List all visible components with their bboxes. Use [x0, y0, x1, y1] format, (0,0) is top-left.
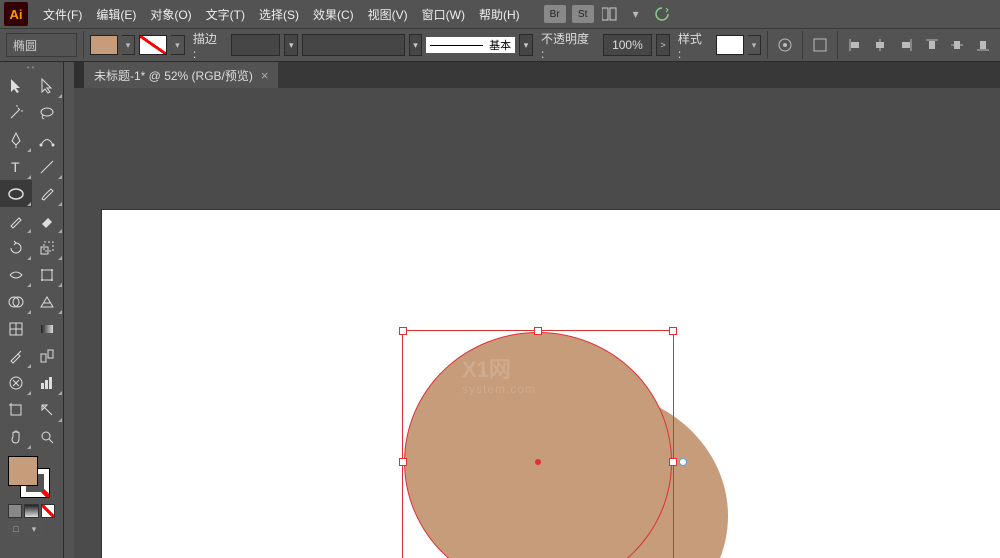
resize-handle-ml[interactable]: [399, 458, 407, 466]
arrange-docs-icon[interactable]: [600, 5, 620, 23]
menu-edit[interactable]: 编辑(E): [89, 6, 143, 23]
scale-tool[interactable]: [32, 234, 64, 261]
fill-big-swatch[interactable]: [8, 456, 38, 486]
perspective-tool[interactable]: [32, 288, 64, 315]
brush-field[interactable]: 基本: [426, 37, 515, 53]
close-icon[interactable]: ×: [261, 68, 269, 83]
symbol-tool[interactable]: [0, 369, 32, 396]
resize-handle-mr[interactable]: [669, 458, 677, 466]
doc-setup-icon[interactable]: [809, 34, 831, 56]
document-tab[interactable]: 未标题-1* @ 52% (RGB/预览) ×: [84, 62, 278, 88]
active-shape-label: 椭圆: [6, 33, 77, 57]
menu-file[interactable]: 文件(F): [36, 6, 89, 23]
screen-mode-dropdown[interactable]: ▾: [26, 522, 42, 536]
stroke-profile-dropdown[interactable]: ▾: [409, 34, 423, 56]
color-mode-none[interactable]: [41, 504, 55, 518]
magic-wand-tool[interactable]: [0, 99, 32, 126]
stroke-weight-dropdown[interactable]: ▾: [284, 34, 298, 56]
menu-effect[interactable]: 效果(C): [306, 6, 361, 23]
stroke-weight-label: 描边 :: [193, 30, 223, 61]
curvature-tool[interactable]: [32, 126, 64, 153]
selection-bounding-box[interactable]: [402, 330, 674, 558]
stroke-profile-field[interactable]: [302, 34, 404, 56]
brush-dropdown[interactable]: ▾: [519, 34, 533, 56]
selection-tool[interactable]: [0, 72, 32, 99]
mesh-tool[interactable]: [0, 315, 32, 342]
canvas[interactable]: X1网 system.com: [74, 88, 1000, 558]
direct-selection-tool[interactable]: [32, 72, 64, 99]
options-bar: 椭圆 ▾ ▾ 描边 : ▾ ▾ 基本 ▾ 不透明度 : 100%> 样式 : ▾: [0, 28, 1000, 62]
align-top-icon[interactable]: [921, 34, 943, 56]
color-mode-solid[interactable]: [8, 504, 22, 518]
align-center-h-icon[interactable]: [870, 34, 892, 56]
shape-builder-tool[interactable]: [0, 288, 32, 315]
paintbrush-tool[interactable]: [32, 180, 64, 207]
menu-type[interactable]: 文字(T): [199, 6, 252, 23]
bridge-badge[interactable]: Br: [544, 5, 566, 23]
resize-handle-tr[interactable]: [669, 327, 677, 335]
menu-window[interactable]: 窗口(W): [415, 6, 472, 23]
stroke-dropdown[interactable]: ▾: [171, 35, 185, 55]
opacity-label: 不透明度 :: [541, 30, 595, 61]
align-center-v-icon[interactable]: [947, 34, 969, 56]
graph-tool[interactable]: [32, 369, 64, 396]
fill-swatch[interactable]: [90, 35, 118, 55]
chevron-down-icon[interactable]: ▾: [626, 5, 646, 23]
resize-handle-tm[interactable]: [534, 327, 542, 335]
type-tool[interactable]: T: [0, 153, 32, 180]
align-left-icon[interactable]: [844, 34, 866, 56]
hand-tool[interactable]: [0, 423, 32, 450]
panel-grip[interactable]: ••: [0, 62, 63, 72]
recolor-icon[interactable]: [774, 34, 796, 56]
document-tab-title: 未标题-1* @ 52% (RGB/预览): [94, 67, 253, 84]
line-tool[interactable]: [32, 153, 64, 180]
menu-object[interactable]: 对象(O): [143, 6, 198, 23]
stock-badge[interactable]: St: [572, 5, 594, 23]
stroke-swatch[interactable]: [139, 35, 167, 55]
pen-tool[interactable]: [0, 126, 32, 153]
menu-select[interactable]: 选择(S): [252, 6, 306, 23]
rotate-tool[interactable]: [0, 234, 32, 261]
width-tool[interactable]: [0, 261, 32, 288]
style-label: 样式 :: [678, 30, 708, 61]
pie-handle[interactable]: [679, 458, 687, 466]
style-swatch[interactable]: [716, 35, 744, 55]
eyedropper-tool[interactable]: [0, 342, 32, 369]
stroke-weight-field[interactable]: [231, 34, 280, 56]
zoom-tool[interactable]: [32, 423, 64, 450]
style-dropdown[interactable]: ▾: [748, 35, 762, 55]
selection-center-icon: [535, 459, 541, 465]
align-right-icon[interactable]: [895, 34, 917, 56]
pencil-tool[interactable]: [0, 207, 32, 234]
fill-dropdown[interactable]: ▾: [122, 35, 136, 55]
align-bottom-icon[interactable]: [972, 34, 994, 56]
sync-settings-icon[interactable]: [652, 5, 672, 23]
document-tabs: 未标题-1* @ 52% (RGB/预览) ×: [74, 62, 1000, 88]
menu-help[interactable]: 帮助(H): [472, 6, 527, 23]
slice-tool[interactable]: [32, 396, 64, 423]
fill-stroke-block[interactable]: [0, 450, 63, 504]
artboard[interactable]: X1网 system.com: [102, 210, 1000, 558]
screen-mode-normal[interactable]: □: [8, 522, 24, 536]
free-transform-tool[interactable]: [32, 261, 64, 288]
gradient-tool[interactable]: [32, 315, 64, 342]
resize-handle-tl[interactable]: [399, 327, 407, 335]
blend-tool[interactable]: [32, 342, 64, 369]
svg-text:T: T: [11, 160, 20, 174]
menubar: Ai 文件(F) 编辑(E) 对象(O) 文字(T) 选择(S) 效果(C) 视…: [0, 0, 1000, 28]
eraser-tool[interactable]: [32, 207, 64, 234]
ellipse-tool[interactable]: [0, 180, 32, 207]
tools-panel: •• T: [0, 62, 64, 558]
app-logo: Ai: [4, 2, 28, 26]
lasso-tool[interactable]: [32, 99, 64, 126]
color-mode-gradient[interactable]: [24, 504, 38, 518]
opacity-field[interactable]: 100%: [603, 34, 652, 56]
artboard-tool[interactable]: [0, 396, 32, 423]
brush-label: 基本: [489, 37, 511, 53]
menu-view[interactable]: 视图(V): [361, 6, 415, 23]
opacity-dropdown[interactable]: >: [656, 34, 670, 56]
